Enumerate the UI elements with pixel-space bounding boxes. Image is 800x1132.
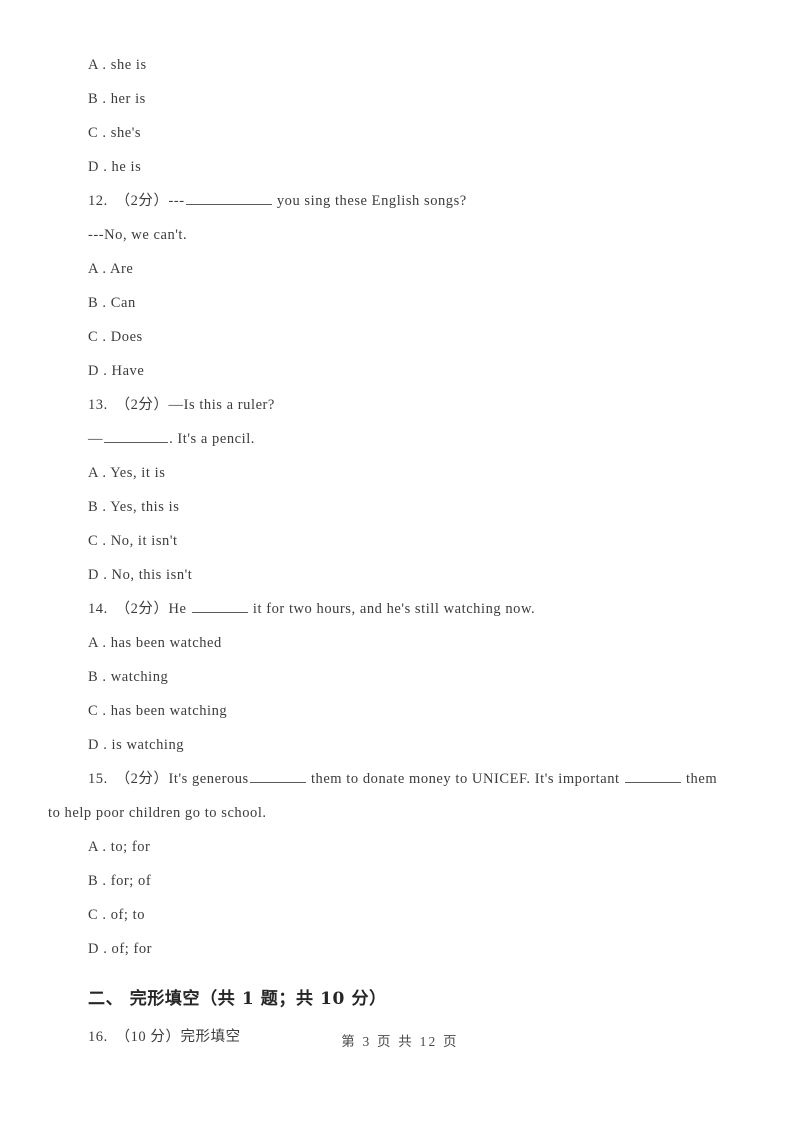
question-stem-text: you sing these English songs? — [272, 193, 467, 209]
question-stem-text: 15. （2分）It's generous — [88, 771, 249, 787]
option-row[interactable]: A . has been watched — [48, 626, 760, 660]
page-footer: 第 3 页 共 12 页 — [341, 1034, 459, 1049]
section-heading: 二、 完形填空（共 1 题；共 10 分） — [88, 989, 387, 1009]
option-row[interactable]: B . for; of — [48, 864, 760, 898]
option-row[interactable]: D . he is — [48, 150, 760, 184]
option-row[interactable]: D . is watching — [48, 728, 760, 762]
option-row[interactable]: A . Are — [48, 252, 760, 286]
option-row[interactable]: D . of; for — [48, 932, 760, 966]
option-row[interactable]: D . No, this isn't — [48, 558, 760, 592]
answer-blank[interactable] — [249, 768, 306, 783]
option-row[interactable]: A . Yes, it is — [48, 456, 760, 490]
option-row[interactable]: A . to; for — [48, 830, 760, 864]
option-row[interactable]: D . Have — [48, 354, 760, 388]
option-row[interactable]: A . she is — [48, 48, 760, 82]
question-stem: 12. （2分）--- you sing these English songs… — [48, 184, 760, 218]
option-row[interactable]: B . Can — [48, 286, 760, 320]
question-stem: 14. （2分）He it for two hours, and he's st… — [48, 592, 760, 626]
question-reply: — . It's a pencil. — [48, 422, 760, 456]
option-row[interactable]: C . has been watching — [48, 694, 760, 728]
question-reply: ---No, we can't. — [88, 227, 188, 243]
question-stem-text: them — [681, 771, 718, 787]
answer-blank[interactable] — [624, 768, 681, 783]
option-row[interactable]: C . she's — [48, 116, 760, 150]
answer-blank[interactable] — [185, 190, 272, 205]
option-row[interactable]: B . watching — [48, 660, 760, 694]
answer-blank[interactable] — [104, 428, 169, 443]
question-stem-text: them to donate money to UNICEF. It's imp… — [306, 771, 624, 787]
option-row[interactable]: C . Does — [48, 320, 760, 354]
top-margin — [48, 0, 760, 48]
question-reply-text: . It's a pencil. — [169, 431, 255, 447]
option-row[interactable]: C . No, it isn't — [48, 524, 760, 558]
answer-blank[interactable] — [191, 598, 248, 613]
question-stem-text: 12. （2分）--- — [88, 193, 185, 209]
question-stem-text: 14. （2分）He — [88, 601, 191, 617]
option-row[interactable]: B . Yes, this is — [48, 490, 760, 524]
question-stem-text: it for two hours, and he's still watchin… — [248, 601, 536, 617]
page-content: A . she is B . her is C . she's D . he i… — [48, 0, 760, 1054]
option-row[interactable]: B . her is — [48, 82, 760, 116]
option-row[interactable]: C . of; to — [48, 898, 760, 932]
question-stem-continuation: to help poor children go to school. — [48, 805, 267, 821]
question-stem: 13. （2分）—Is this a ruler? — [88, 397, 275, 413]
exam-paper-page: A . she is B . her is C . she's D . he i… — [0, 0, 800, 1132]
question-reply-text: — — [88, 431, 104, 447]
question-stem: 15. （2分）It's generous them to donate mon… — [48, 762, 760, 796]
